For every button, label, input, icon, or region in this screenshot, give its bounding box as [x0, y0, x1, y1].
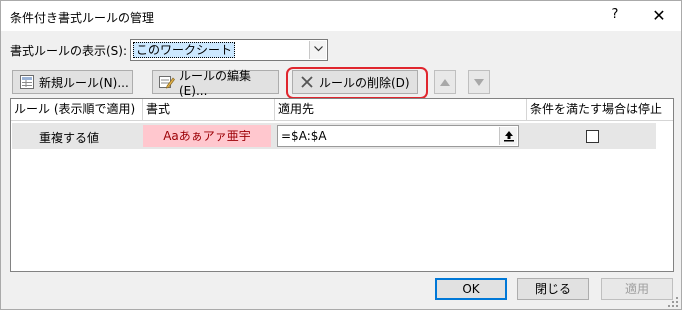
chevron-down-icon[interactable] — [309, 41, 326, 59]
resize-grip-icon[interactable] — [668, 296, 678, 307]
edit-rule-button[interactable]: ルールの編集(E)... — [152, 69, 279, 98]
column-header-applies-to: 適用先 — [275, 99, 527, 120]
rule-name: 重複する値 — [39, 131, 100, 145]
format-preview: Aaあぁアァ亜宇 — [143, 125, 271, 147]
table-row[interactable]: 重複する値 Aaあぁアァ亜宇 =$A:$A — [12, 123, 656, 149]
column-header-rule: ルール (表示順で適用) — [11, 99, 143, 120]
collapse-dialog-icon[interactable] — [499, 127, 517, 145]
new-rule-label: 新規ルール(N)... — [39, 75, 129, 90]
column-header-format: 書式 — [143, 99, 275, 120]
title-bar: 条件付き書式ルールの管理 ? ✕ — [1, 1, 681, 31]
stop-if-true-checkbox[interactable] — [586, 130, 599, 143]
close-button[interactable]: 閉じる — [517, 278, 589, 300]
grid-header: ルール (表示順で適用) 書式 適用先 条件を満たす場合は停止 — [11, 99, 673, 121]
new-rule-icon — [19, 74, 35, 90]
move-up-button[interactable] — [434, 70, 456, 94]
edit-rule-label: ルールの編集(E)... — [179, 68, 252, 98]
scope-value: このワークシート — [133, 42, 236, 58]
applies-to-value: =$A:$A — [281, 129, 327, 143]
rules-grid: ルール (表示順で適用) 書式 適用先 条件を満たす場合は停止 重複する値 Aa… — [10, 98, 674, 272]
triangle-down-icon — [474, 75, 484, 89]
applies-to-field[interactable]: =$A:$A — [277, 125, 519, 147]
scope-dropdown[interactable]: このワークシート — [130, 39, 328, 61]
highlight-annotation — [286, 67, 428, 99]
apply-button[interactable]: 適用 — [601, 278, 673, 300]
rule-toolbar: 新規ルール(N)... ルールの編集(E)... ルールの削除(D) — [10, 67, 675, 99]
edit-rule-icon — [159, 74, 175, 90]
new-rule-button[interactable]: 新規ルール(N)... — [12, 70, 133, 94]
triangle-up-icon — [440, 75, 450, 89]
conditional-format-dialog: 条件付き書式ルールの管理 ? ✕ 書式ルールの表示(S): このワークシート 新… — [0, 0, 682, 310]
column-header-stop-if-true: 条件を満たす場合は停止 — [530, 102, 663, 116]
scope-label: 書式ルールの表示(S): — [10, 44, 128, 58]
help-button[interactable]: ? — [605, 7, 625, 25]
move-down-button[interactable] — [468, 70, 490, 94]
ok-button[interactable]: OK — [435, 278, 507, 300]
close-icon[interactable]: ✕ — [649, 6, 669, 26]
dialog-title: 条件付き書式ルールの管理 — [10, 11, 155, 25]
